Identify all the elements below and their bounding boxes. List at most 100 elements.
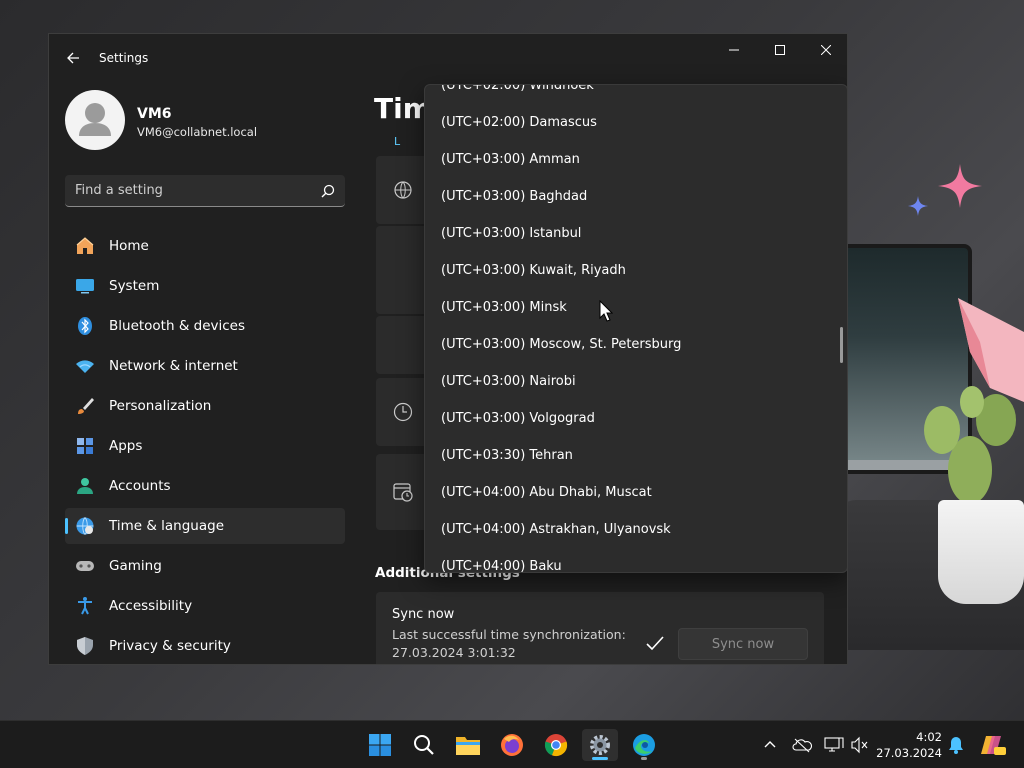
sidebar-item-accessibility[interactable]: Accessibility bbox=[65, 588, 345, 624]
taskbar-file-explorer[interactable] bbox=[450, 729, 486, 761]
wallpaper-pot bbox=[938, 500, 1024, 604]
sidebar-item-bluetooth[interactable]: Bluetooth & devices bbox=[65, 308, 345, 344]
sidebar-item-label: Network & internet bbox=[109, 358, 238, 374]
globe-icon bbox=[75, 516, 95, 536]
search-input[interactable] bbox=[75, 175, 315, 206]
timezone-option[interactable]: (UTC+04:00) Astrakhan, Ulyanovsk bbox=[425, 511, 847, 548]
sidebar-item-apps[interactable]: Apps bbox=[65, 428, 345, 464]
windows-start-icon bbox=[369, 734, 391, 756]
search-icon bbox=[321, 184, 335, 198]
sidebar-item-label: Gaming bbox=[109, 558, 162, 574]
minimize-button[interactable] bbox=[711, 34, 757, 66]
taskbar-edge[interactable] bbox=[626, 729, 662, 761]
sidebar-item-accounts[interactable]: Accounts bbox=[65, 468, 345, 504]
sidebar-item-network[interactable]: Network & internet bbox=[65, 348, 345, 384]
sidebar-item-home[interactable]: Home bbox=[65, 228, 345, 264]
sync-title: Sync now bbox=[392, 607, 455, 622]
sidebar-item-label: Home bbox=[109, 238, 149, 254]
sidebar-item-label: Apps bbox=[109, 438, 143, 454]
network-icon bbox=[824, 737, 844, 752]
sidebar-item-label: Privacy & security bbox=[109, 638, 231, 654]
wallpaper-cactus bbox=[924, 386, 1016, 504]
close-button[interactable] bbox=[803, 34, 847, 66]
sidebar-item-privacy-security[interactable]: Privacy & security bbox=[65, 628, 345, 664]
sidebar-nav: Home System Bluetooth & devices Network … bbox=[65, 228, 345, 664]
user-profile[interactable]: VM6 VM6@collabnet.local bbox=[65, 90, 365, 154]
sync-card: Sync now Last successful time synchroniz… bbox=[376, 592, 824, 664]
maximize-icon bbox=[775, 45, 785, 55]
timezone-option[interactable]: (UTC+03:00) Minsk bbox=[425, 289, 847, 326]
notifications-button[interactable] bbox=[946, 735, 966, 755]
sidebar-item-time-language[interactable]: Time & language bbox=[65, 508, 345, 544]
timezone-option[interactable]: (UTC+03:00) Istanbul bbox=[425, 215, 847, 252]
file-explorer-icon bbox=[456, 737, 480, 755]
maximize-button[interactable] bbox=[757, 34, 803, 66]
copilot-button[interactable] bbox=[980, 735, 1006, 755]
timezone-option[interactable]: (UTC+02:00) Windhoek bbox=[425, 85, 847, 104]
brush-icon bbox=[75, 396, 95, 416]
timezone-option[interactable]: (UTC+02:00) Damascus bbox=[425, 104, 847, 141]
sidebar-item-gaming[interactable]: Gaming bbox=[65, 548, 345, 584]
taskbar-firefox[interactable] bbox=[494, 729, 530, 761]
sparkle-icon bbox=[938, 164, 982, 208]
profile-email: VM6@collabnet.local bbox=[137, 125, 258, 139]
tray-network[interactable] bbox=[824, 735, 844, 755]
close-icon bbox=[821, 45, 831, 55]
taskbar-clock[interactable]: 4:02 27.03.2024 bbox=[868, 730, 942, 760]
timezone-option[interactable]: (UTC+04:00) Abu Dhabi, Muscat bbox=[425, 474, 847, 511]
minimize-icon bbox=[729, 49, 739, 51]
tray-volume[interactable] bbox=[850, 735, 870, 755]
volume-muted-icon bbox=[851, 736, 868, 754]
taskbar: 4:02 27.03.2024 bbox=[0, 720, 1024, 768]
running-app-indicator bbox=[641, 757, 647, 760]
sidebar-item-system[interactable]: System bbox=[65, 268, 345, 304]
sidebar-item-label: Accessibility bbox=[109, 598, 193, 614]
arrow-left-icon bbox=[67, 52, 79, 64]
avatar bbox=[65, 90, 125, 150]
search-icon bbox=[414, 735, 434, 755]
shield-icon bbox=[75, 636, 95, 656]
bluetooth-icon bbox=[75, 316, 95, 336]
settings-icon bbox=[590, 735, 610, 755]
settings-window: Settings VM6 VM6@collabnet.local Find a … bbox=[48, 33, 848, 665]
taskbar-search-button[interactable] bbox=[406, 729, 442, 761]
timezone-option[interactable]: (UTC+03:30) Tehran bbox=[425, 437, 847, 474]
system-icon bbox=[75, 276, 95, 296]
mouse-cursor-icon bbox=[599, 300, 613, 322]
active-app-indicator bbox=[592, 757, 608, 760]
firefox-icon bbox=[501, 734, 523, 756]
sidebar-item-label: Bluetooth & devices bbox=[109, 318, 246, 334]
clock-time: 4:02 bbox=[916, 730, 942, 744]
checkmark-icon bbox=[646, 636, 664, 651]
app-title: Settings bbox=[99, 51, 149, 65]
chrome-icon bbox=[544, 734, 568, 757]
timezone-dropdown-list[interactable]: (UTC+02:00) Windhoek (UTC+02:00) Damascu… bbox=[424, 84, 847, 573]
timezone-option[interactable]: (UTC+03:00) Kuwait, Riyadh bbox=[425, 252, 847, 289]
tray-onedrive[interactable] bbox=[792, 735, 812, 755]
accounts-icon bbox=[75, 476, 95, 496]
user-avatar-icon bbox=[79, 103, 111, 136]
bell-icon bbox=[949, 737, 963, 754]
timezone-option[interactable]: (UTC+03:00) Amman bbox=[425, 141, 847, 178]
back-button[interactable] bbox=[61, 46, 85, 70]
sync-now-button[interactable]: Sync now bbox=[678, 628, 808, 660]
dropdown-scrollbar-thumb[interactable] bbox=[840, 327, 843, 363]
timezone-option[interactable]: (UTC+03:00) Moscow, St. Petersburg bbox=[425, 326, 847, 363]
sidebar-item-label: Personalization bbox=[109, 398, 212, 414]
taskbar-settings[interactable] bbox=[582, 729, 618, 761]
timezone-option[interactable]: (UTC+03:00) Volgograd bbox=[425, 400, 847, 437]
sync-timestamp: 27.03.2024 3:01:32 bbox=[392, 645, 516, 660]
sparkle-small-icon bbox=[908, 196, 928, 216]
timezone-option[interactable]: (UTC+03:00) Baghdad bbox=[425, 178, 847, 215]
network-icon bbox=[75, 356, 95, 376]
apps-icon bbox=[75, 436, 95, 456]
tray-overflow-button[interactable] bbox=[760, 735, 780, 755]
search-box bbox=[65, 175, 345, 207]
timezone-option[interactable]: (UTC+04:00) Baku bbox=[425, 548, 847, 572]
taskbar-start-button[interactable] bbox=[362, 729, 398, 761]
taskbar-chrome[interactable] bbox=[538, 729, 574, 761]
sidebar-item-personalization[interactable]: Personalization bbox=[65, 388, 345, 424]
timezone-option[interactable]: (UTC+03:00) Nairobi bbox=[425, 363, 847, 400]
copilot-icon bbox=[981, 736, 1006, 755]
home-icon bbox=[75, 236, 95, 256]
